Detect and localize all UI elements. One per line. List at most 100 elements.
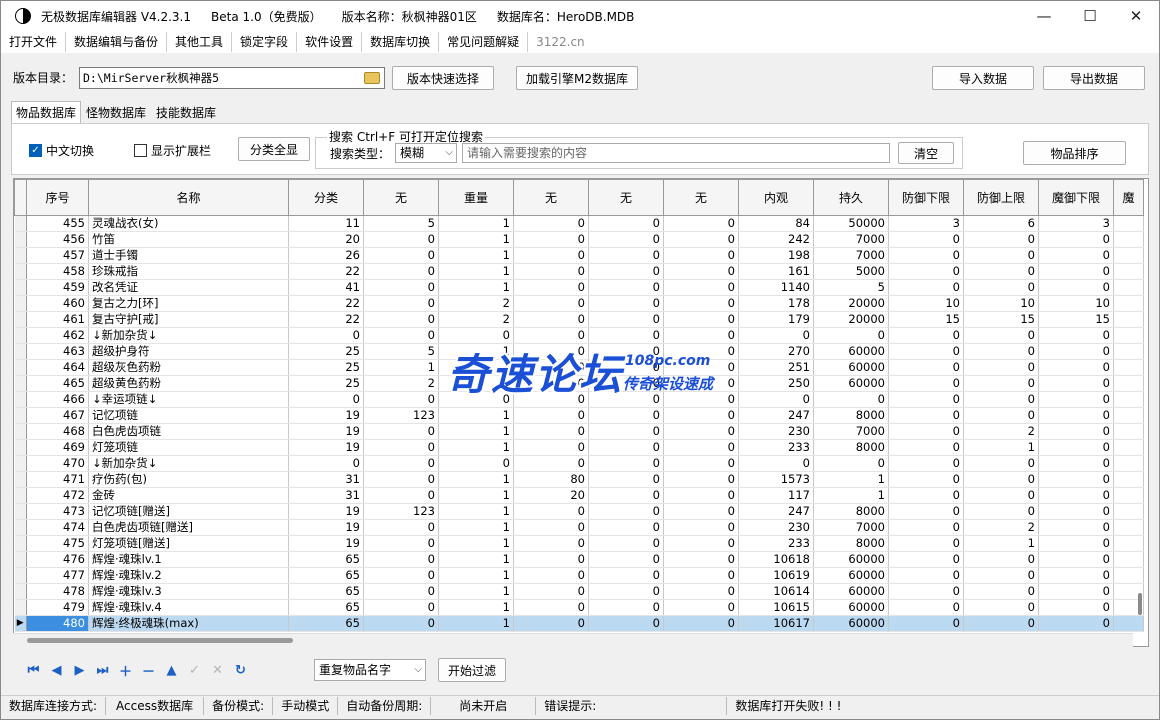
table-cell-extra[interactable] [1113,311,1144,328]
table-cell[interactable]: 0 [363,327,439,344]
table-cell[interactable]: 0 [588,423,664,440]
table-cell[interactable]: 0 [513,359,589,376]
table-cell[interactable]: 179 [738,311,814,328]
table-cell[interactable]: 65 [288,583,364,600]
table-cell[interactable]: 0 [888,231,964,248]
table-cell[interactable]: 0 [588,471,664,488]
item-name-cell[interactable]: 灯笼项链[赠送] [88,535,289,552]
table-cell[interactable]: 0 [588,519,664,536]
item-name-cell[interactable]: 辉煌·终极魂珠(max) [88,615,289,632]
table-cell[interactable]: 5 [813,279,889,296]
menu-edit-backup[interactable]: 数据编辑与备份 [66,32,168,52]
table-cell[interactable]: 0 [963,279,1039,296]
col-header[interactable]: 名称 [88,179,289,216]
table-cell-extra[interactable] [1113,455,1144,472]
delete-record-icon[interactable]: － [140,662,157,680]
table-row[interactable]: 463 超级护身符 25 5 1 0 0 0 270 60000 0 0 0 [14,343,1144,360]
table-cell[interactable]: 0 [963,247,1039,264]
maximize-button[interactable]: ☐ [1067,1,1113,31]
table-cell[interactable]: 0 [888,503,964,520]
table-cell[interactable]: 198 [738,247,814,264]
table-cell[interactable]: 3 [888,215,964,232]
row-indicator[interactable] [14,423,27,440]
table-cell[interactable]: 1 [438,407,514,424]
table-cell[interactable]: 0 [288,391,364,408]
col-header[interactable]: 防御下限 [888,179,964,216]
clear-button[interactable]: 清空 [898,142,954,164]
table-cell[interactable]: 0 [513,615,589,632]
scrollbar-thumb[interactable] [27,638,293,643]
item-sort-button[interactable]: 物品排序 [1023,141,1126,165]
table-row[interactable]: 479 辉煌·魂珠lv.4 65 0 1 0 0 0 10615 60000 0 0 0 [14,599,1144,616]
table-cell-extra[interactable] [1113,359,1144,376]
table-cell[interactable]: 0 [963,599,1039,616]
table-cell[interactable]: 0 [888,279,964,296]
table-cell[interactable]: 0 [363,311,439,328]
table-cell[interactable]: 0 [1038,391,1114,408]
table-cell[interactable]: 0 [288,327,364,344]
row-indicator[interactable] [14,551,27,568]
table-cell[interactable]: 0 [963,551,1039,568]
table-cell[interactable]: 0 [363,391,439,408]
table-cell[interactable]: 31 [288,487,364,504]
table-cell[interactable]: 0 [888,343,964,360]
table-cell[interactable]: 0 [363,295,439,312]
table-cell[interactable]: 0 [888,487,964,504]
table-cell[interactable]: 0 [813,455,889,472]
table-cell-extra[interactable] [1113,263,1144,280]
table-row[interactable]: 474 白色虎齿项链[赠送] 19 0 1 0 0 0 230 7000 0 2 0 [14,519,1144,536]
table-cell-extra[interactable] [1113,423,1144,440]
table-cell[interactable]: 0 [363,551,439,568]
table-cell[interactable]: 0 [363,519,439,536]
table-cell[interactable]: 1 [438,503,514,520]
table-cell-extra[interactable] [1113,295,1144,312]
table-cell[interactable]: 0 [813,327,889,344]
table-cell[interactable]: 0 [438,327,514,344]
table-cell[interactable]: 0 [363,583,439,600]
table-cell[interactable]: 0 [588,615,664,632]
prior-record-icon[interactable]: ◀ [48,662,65,679]
vertical-scrollbar-thumb[interactable] [1138,593,1142,615]
row-indicator[interactable] [14,487,27,504]
item-name-cell[interactable]: 竹笛 [88,231,289,248]
table-cell[interactable]: 2 [963,519,1039,536]
table-cell[interactable]: 25 [288,343,364,360]
table-cell[interactable]: 0 [588,407,664,424]
table-cell[interactable]: 465 [26,375,89,392]
table-cell[interactable]: 0 [888,359,964,376]
table-cell[interactable]: 0 [663,215,739,232]
table-cell[interactable]: 0 [963,503,1039,520]
table-cell-extra[interactable] [1113,215,1144,232]
table-cell[interactable]: 0 [513,599,589,616]
table-cell[interactable]: 0 [663,615,739,632]
table-cell[interactable]: 10 [888,295,964,312]
row-indicator[interactable] [14,279,27,296]
table-cell[interactable]: 460 [26,295,89,312]
table-cell[interactable]: 0 [963,455,1039,472]
table-cell[interactable]: 0 [513,551,589,568]
col-header[interactable]: 内观 [738,179,814,216]
table-cell[interactable]: 0 [1038,279,1114,296]
table-cell[interactable]: 0 [663,503,739,520]
table-row[interactable]: 455 灵魂战衣(女) 11 5 1 0 0 0 84 50000 3 6 3 [14,215,1144,232]
table-cell[interactable]: 247 [738,407,814,424]
table-cell[interactable]: 464 [26,359,89,376]
table-cell[interactable]: 0 [363,247,439,264]
table-cell[interactable]: 1 [438,279,514,296]
search-type-select[interactable]: 模糊 ⌵ [395,143,457,163]
table-cell[interactable]: 0 [663,343,739,360]
table-cell[interactable]: 123 [363,503,439,520]
item-name-cell[interactable]: 辉煌·魂珠lv.3 [88,583,289,600]
table-row[interactable]: 469 灯笼项链 19 0 1 0 0 0 233 8000 0 1 0 [14,439,1144,456]
table-cell[interactable]: 19 [288,519,364,536]
table-cell[interactable]: 233 [738,439,814,456]
table-cell[interactable]: 0 [663,295,739,312]
row-indicator[interactable] [14,343,27,360]
table-cell[interactable]: 60000 [813,615,889,632]
table-row[interactable]: ▶ 480 辉煌·终极魂珠(max) 65 0 1 0 0 0 10617 60000 0 0 0 [14,615,1144,632]
edit-record-icon[interactable]: ▲ [163,662,180,679]
table-cell[interactable]: 0 [513,311,589,328]
row-indicator[interactable] [14,295,27,312]
table-cell[interactable]: 5000 [813,263,889,280]
col-header[interactable]: 重量 [438,179,514,216]
